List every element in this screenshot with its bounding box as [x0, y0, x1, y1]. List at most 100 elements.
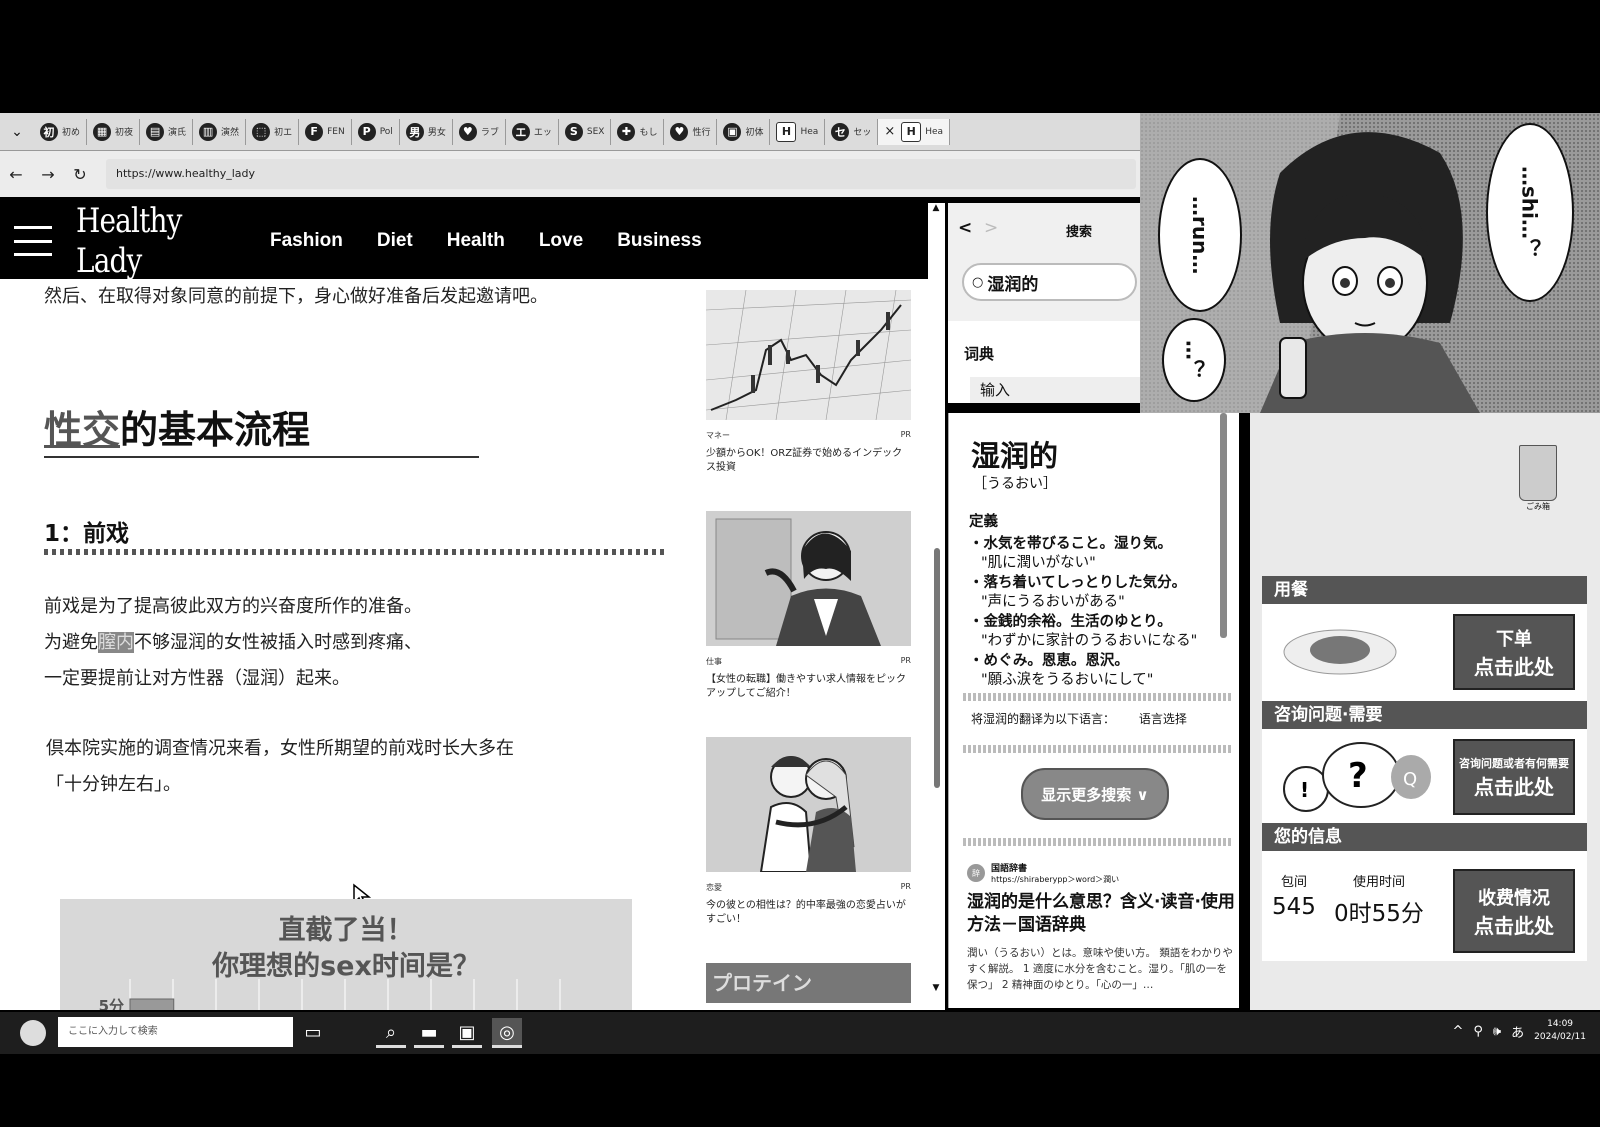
dict-forward-button[interactable]: >: [984, 218, 998, 238]
result-title[interactable]: 湿润的是什么意思？含义·读音·使用方法－国语辞典: [967, 891, 1237, 937]
nav-link-fashion[interactable]: Fashion: [270, 230, 343, 252]
browser-tab[interactable]: H Hea: [770, 118, 826, 145]
ad-card-job[interactable]: 仕事 PR 【女性の転職】働きやすい求人情報をピックアップしてご紹介！: [706, 511, 911, 721]
search-result[interactable]: 辞 国語辞書 https://shiraberypp＞word＞潤い 湿润的是什…: [967, 861, 1237, 993]
nav-link-diet[interactable]: Diet: [377, 230, 413, 252]
tab-favicon-icon: ▥: [199, 122, 218, 141]
clock-time: 14:09: [1547, 1019, 1574, 1029]
dict-input[interactable]: 输入: [970, 377, 1140, 403]
browser-tab[interactable]: ♥ ラブ: [453, 118, 506, 145]
scrollbar-thumb[interactable]: [934, 548, 940, 788]
tab-favicon-icon: ▤: [146, 122, 165, 141]
tab-label: FEN: [327, 126, 345, 137]
browser-tab[interactable]: ♥ 性行: [664, 118, 718, 145]
back-arrow-icon[interactable]: ←: [0, 165, 32, 184]
search-app-icon[interactable]: ⌕: [376, 1018, 406, 1048]
room-label: 包间: [1280, 875, 1307, 890]
folder-app-icon[interactable]: ▬: [414, 1018, 444, 1048]
tab-label: 演然: [221, 128, 240, 138]
scrollbar-thumb[interactable]: [1220, 413, 1227, 638]
task-view-icon[interactable]: ▭: [298, 1018, 328, 1048]
consult-button[interactable]: 咨询问题或者有何需要 点击此处: [1453, 739, 1575, 815]
website-viewport: Healthy Lady Fashion Diet Health Love Busine…: [0, 203, 945, 1010]
volume-icon[interactable]: 🕪: [1493, 1024, 1501, 1039]
ad-title[interactable]: 少額からOK！ORZ証券で始めるインデックス投資: [706, 447, 911, 495]
clock[interactable]: 14:09 2024/02/11: [1534, 1018, 1586, 1044]
forward-arrow-icon[interactable]: →: [32, 165, 64, 184]
browser-tab[interactable]: S SEX: [559, 118, 612, 145]
dict-scrollbar[interactable]: [1217, 413, 1229, 638]
search-query: 湿润的: [987, 274, 1039, 295]
url-input[interactable]: https://www.healthy_lady: [106, 159, 1136, 189]
tab-label: Hea: [800, 126, 819, 137]
browser-tab[interactable]: 男男女: [400, 118, 453, 145]
definition-header: 定義: [969, 514, 998, 530]
definition-item: ・金銭的余裕。生活のゆとり。: [969, 613, 1229, 633]
browser-tab[interactable]: ▦ 初夜: [87, 118, 141, 145]
bullet: ・: [969, 652, 984, 669]
paragraph-line: 「十分钟左右」。: [46, 774, 181, 795]
taskbar-search-input[interactable]: ここに入力して検索: [58, 1017, 293, 1047]
time-label: 使用时间: [1352, 875, 1405, 890]
browser-tab[interactable]: ▤ 演氏: [140, 118, 194, 145]
dict-section: 词典 输入: [948, 321, 1143, 403]
fee-button[interactable]: 收费情况 点击此处: [1453, 869, 1575, 953]
chart-plot: 5分10分: [99, 979, 561, 1010]
reload-icon[interactable]: ↻: [64, 165, 96, 184]
network-icon[interactable]: ⚲: [1473, 1024, 1483, 1039]
ad-card-protein[interactable]: プロテイン: [706, 963, 911, 1003]
tab-list-chevron-icon[interactable]: ⌄: [0, 124, 34, 140]
window-app-icon[interactable]: ▣: [452, 1018, 482, 1048]
ad-card-love[interactable]: 恋愛 PR 今の彼との相性は？的中率最強の恋愛占いがすごい！: [706, 737, 911, 947]
order-button[interactable]: 下单 点击此处: [1453, 614, 1575, 690]
site-favicon-icon: 辞: [967, 864, 985, 882]
ad-category: 仕事: [706, 657, 722, 666]
browser-tab[interactable]: ▥ 演然: [193, 118, 247, 145]
close-tab-icon[interactable]: ×: [884, 124, 895, 139]
clock-date: 2024/02/11: [1534, 1032, 1586, 1042]
nav-link-health[interactable]: Health: [447, 230, 505, 252]
taskbar: ここに入力して検索 ▭ ⌕ ▬ ▣ ◎ ^ ⚲ 🕪 あ 14:09 2024/0…: [0, 1012, 1600, 1054]
browser-tab[interactable]: F FEN: [299, 118, 352, 145]
ad-title[interactable]: 今の彼との相性は？的中率最強の恋愛占いがすごい！: [706, 899, 911, 947]
hamburger-menu-icon[interactable]: [14, 226, 52, 256]
browser-tab[interactable]: P Pol: [352, 118, 400, 145]
scroll-up-icon[interactable]: ▲: [930, 203, 942, 213]
scroll-down-icon[interactable]: ▼: [930, 983, 942, 993]
ad-card-money[interactable]: マネー PR 少額からOK！ORZ証券で始めるインデックス投資: [706, 290, 911, 495]
dict-search-input[interactable]: ○ 湿润的: [962, 263, 1137, 301]
bubble-text: …？: [1181, 340, 1206, 380]
ime-indicator[interactable]: あ: [1511, 1022, 1524, 1041]
recycle-bin[interactable]: ごみ箱: [1516, 445, 1560, 512]
browser-tab[interactable]: セセッ: [825, 118, 879, 145]
tab-favicon-icon: セ: [831, 122, 850, 141]
site-scrollbar[interactable]: ▲ ▼: [930, 203, 942, 993]
tab-label: Pol: [379, 126, 393, 137]
tab-favicon-icon: ⬚: [252, 122, 271, 141]
show-more-button[interactable]: 显示更多搜索 ∨: [1021, 768, 1169, 820]
browser-tab[interactable]: 初初め: [34, 118, 88, 145]
browser-tab[interactable]: ✚ もし: [611, 118, 665, 145]
meal-header: 用餐: [1262, 576, 1587, 604]
nav-link-business[interactable]: Business: [617, 230, 701, 252]
nav-link-love[interactable]: Love: [539, 230, 583, 252]
chart-title-line: 直截了当！: [278, 915, 414, 946]
browser-tab[interactable]: × H Hea: [878, 118, 951, 145]
dict-search-label[interactable]: 搜索: [1066, 221, 1092, 240]
browser-tab[interactable]: ▣ 初体: [717, 118, 771, 145]
ad-title[interactable]: 【女性の転職】働きやすい求人情報をピックアップしてご紹介！: [706, 673, 911, 721]
button-line: 收费情况: [1478, 887, 1550, 909]
site-logo[interactable]: Healthy Lady: [76, 203, 207, 281]
tab-label: SEX: [586, 126, 605, 137]
tray-chevron-icon[interactable]: ^: [1452, 1024, 1463, 1039]
browser-tab[interactable]: エエッ: [506, 118, 559, 145]
start-button-icon[interactable]: [20, 1020, 46, 1046]
browser-app-icon[interactable]: ◎: [492, 1018, 522, 1048]
dict-back-button[interactable]: <: [958, 218, 972, 238]
browser-tab[interactable]: ⬚ 初エ: [246, 118, 300, 145]
tab-favicon-icon: 男: [405, 122, 424, 141]
meal-plate-icon: [1283, 629, 1397, 675]
svg-text:?: ?: [1348, 756, 1368, 796]
search-icon: ○: [972, 274, 984, 290]
language-select[interactable]: 语言选择: [1139, 712, 1187, 726]
